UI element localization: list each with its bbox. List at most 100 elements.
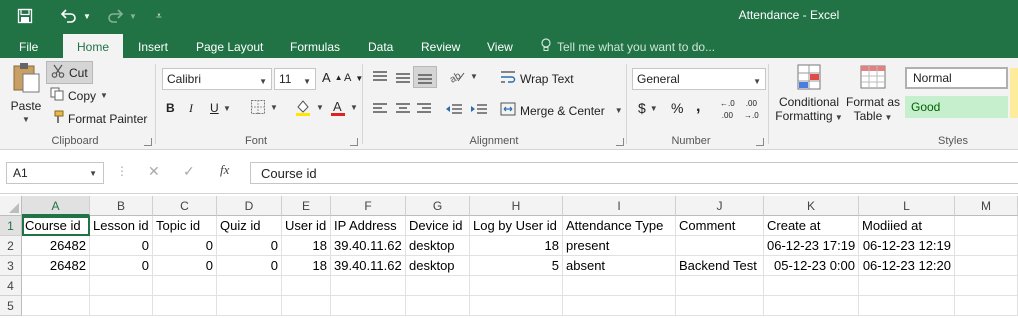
- empty-cell[interactable]: [859, 276, 955, 296]
- empty-cell[interactable]: [90, 276, 153, 296]
- cell-h3[interactable]: 5: [470, 256, 563, 276]
- cell-k2[interactable]: 06-12-23 17:19: [764, 236, 859, 256]
- cell-e2[interactable]: 18: [282, 236, 331, 256]
- decrease-indent-icon[interactable]: [445, 102, 463, 116]
- column-header-d[interactable]: D: [217, 196, 282, 216]
- align-right-icon[interactable]: [416, 102, 432, 116]
- format-painter-button[interactable]: Format Painter: [50, 110, 147, 127]
- column-header-c[interactable]: C: [153, 196, 217, 216]
- cell-i1[interactable]: Attendance Type: [563, 216, 676, 236]
- cell-e1[interactable]: User id: [282, 216, 331, 236]
- cell-d2[interactable]: 0: [217, 236, 282, 256]
- paste-dropdown-icon[interactable]: ▼: [22, 115, 30, 124]
- font-size-select[interactable]: 11 ▼: [274, 68, 316, 90]
- cell-f2[interactable]: 39.40.11.62: [331, 236, 406, 256]
- clipboard-launcher-icon[interactable]: [144, 138, 152, 146]
- empty-cell[interactable]: [676, 296, 764, 316]
- good-style-cell[interactable]: Good: [905, 96, 1008, 118]
- font-color-icon[interactable]: A ▼: [330, 98, 358, 116]
- cell-i2[interactable]: present: [563, 236, 676, 256]
- merge-dropdown-icon[interactable]: ▼: [615, 106, 623, 115]
- underline-button[interactable]: U: [210, 101, 219, 115]
- cell-c1[interactable]: Topic id: [153, 216, 217, 236]
- column-header-l[interactable]: L: [859, 196, 955, 216]
- cell-k3[interactable]: 05-12-23 0:00: [764, 256, 859, 276]
- cell-a3[interactable]: 26482: [22, 256, 90, 276]
- increase-decimal-icon[interactable]: ←.0.00: [720, 100, 735, 120]
- normal-style-cell[interactable]: Normal: [905, 67, 1008, 89]
- empty-cell[interactable]: [676, 276, 764, 296]
- percent-button[interactable]: %: [671, 100, 683, 116]
- empty-cell[interactable]: [563, 276, 676, 296]
- tab-review[interactable]: Review: [421, 36, 460, 58]
- cell-l3[interactable]: 06-12-23 12:20: [859, 256, 955, 276]
- column-header-k[interactable]: K: [764, 196, 859, 216]
- empty-cell[interactable]: [153, 276, 217, 296]
- column-header-g[interactable]: G: [406, 196, 470, 216]
- empty-cell[interactable]: [331, 276, 406, 296]
- cell-j1[interactable]: Comment: [676, 216, 764, 236]
- cell-d3[interactable]: 0: [217, 256, 282, 276]
- tab-formulas[interactable]: Formulas: [290, 36, 340, 58]
- formula-input[interactable]: Course id: [250, 162, 1018, 184]
- align-bottom-icon[interactable]: [413, 66, 437, 88]
- cell-h2[interactable]: 18: [470, 236, 563, 256]
- currency-button[interactable]: $ ▼: [638, 100, 658, 116]
- tab-insert[interactable]: Insert: [138, 36, 168, 58]
- format-as-table-button[interactable]: Format as Table ▼: [846, 62, 900, 123]
- cell-j2[interactable]: [676, 236, 764, 256]
- column-header-a[interactable]: A: [22, 196, 90, 216]
- empty-cell[interactable]: [217, 276, 282, 296]
- cell-i3[interactable]: absent: [563, 256, 676, 276]
- wrap-text-button[interactable]: Wrap Text: [500, 70, 574, 87]
- cell-f3[interactable]: 39.40.11.62: [331, 256, 406, 276]
- column-header-m[interactable]: M: [955, 196, 1018, 216]
- copy-button[interactable]: Copy ▼: [50, 87, 108, 104]
- cell-b2[interactable]: 0: [90, 236, 153, 256]
- cell-a2[interactable]: 26482: [22, 236, 90, 256]
- row-header[interactable]: 3: [0, 256, 22, 276]
- borders-icon[interactable]: ▼: [250, 99, 278, 115]
- cut-button[interactable]: Cut: [46, 61, 93, 84]
- cell-h1[interactable]: Log by User id: [470, 216, 563, 236]
- cancel-icon[interactable]: ✕: [148, 163, 160, 180]
- font-launcher-icon[interactable]: [350, 138, 358, 146]
- name-box[interactable]: A1 ▼: [6, 162, 104, 184]
- empty-cell[interactable]: [955, 276, 1018, 296]
- cell-d1[interactable]: Quiz id: [217, 216, 282, 236]
- align-center-icon[interactable]: [395, 102, 411, 116]
- cell-k1[interactable]: Create at: [764, 216, 859, 236]
- cell-c3[interactable]: 0: [153, 256, 217, 276]
- column-header-i[interactable]: I: [563, 196, 676, 216]
- empty-cell[interactable]: [282, 296, 331, 316]
- row-header[interactable]: 1: [0, 216, 22, 236]
- align-left-icon[interactable]: [372, 102, 388, 116]
- paste-button[interactable]: Paste ▼: [6, 62, 46, 124]
- empty-cell[interactable]: [90, 296, 153, 316]
- cell-m1[interactable]: [955, 216, 1018, 236]
- number-launcher-icon[interactable]: [756, 138, 764, 146]
- orientation-icon[interactable]: ab ▼: [448, 68, 478, 84]
- align-middle-icon[interactable]: [395, 70, 411, 84]
- cell-l2[interactable]: 06-12-23 12:19: [859, 236, 955, 256]
- tab-data[interactable]: Data: [368, 36, 393, 58]
- font-name-select[interactable]: Calibri ▼: [162, 68, 272, 90]
- cell-f1[interactable]: IP Address: [331, 216, 406, 236]
- select-all-corner[interactable]: [0, 196, 22, 216]
- cell-c2[interactable]: 0: [153, 236, 217, 256]
- empty-cell[interactable]: [22, 276, 90, 296]
- conditional-formatting-button[interactable]: Conditional Formatting ▼: [775, 62, 843, 123]
- alignment-launcher-icon[interactable]: [616, 138, 624, 146]
- fill-color-icon[interactable]: ▼: [294, 98, 324, 116]
- copy-dropdown-icon[interactable]: ▼: [100, 91, 108, 100]
- cell-b1[interactable]: Lesson id: [90, 216, 153, 236]
- number-format-select[interactable]: General ▼: [632, 68, 766, 90]
- row-header[interactable]: 2: [0, 236, 22, 256]
- cell-l1[interactable]: Modiied at: [859, 216, 955, 236]
- column-header-e[interactable]: E: [282, 196, 331, 216]
- bold-button[interactable]: B: [166, 101, 175, 115]
- empty-cell[interactable]: [470, 276, 563, 296]
- empty-cell[interactable]: [764, 296, 859, 316]
- empty-cell[interactable]: [217, 296, 282, 316]
- tab-home[interactable]: Home: [63, 34, 124, 58]
